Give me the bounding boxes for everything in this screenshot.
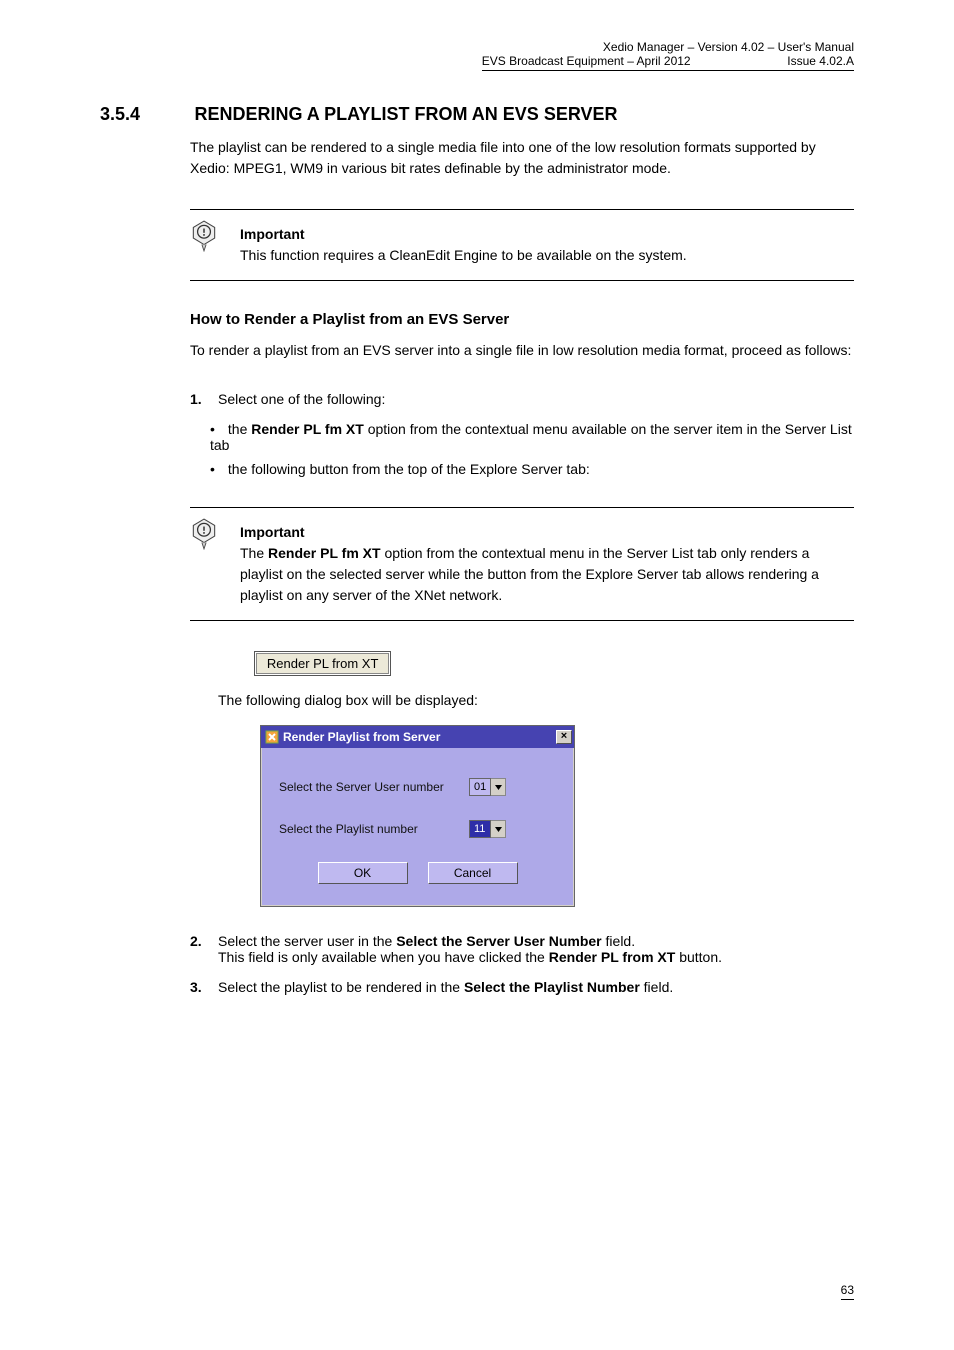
step-intro: To render a playlist from an EVS server … [190,340,854,361]
note-1-text: Important This function requires a Clean… [240,224,854,266]
row-playlist-number: Select the Playlist number 11 [279,820,556,838]
combo-server-user-value: 01 [469,778,491,796]
page-footer: 63 [100,1283,854,1300]
dialog-titlebar: Render Playlist from Server × [261,726,574,748]
intro-paragraph: The playlist can be rendered to a single… [190,137,854,179]
render-pl-button[interactable]: Render PL from XT [256,653,390,674]
section-number: 3.5.4 [100,104,190,125]
page-number: 63 [841,1283,854,1300]
row-server-user: Select the Server User number 01 [279,778,556,796]
render-pl-button-outer: Render PL from XT [254,651,392,676]
chevron-down-icon[interactable] [491,778,506,796]
header-line-1: Xedio Manager – Version 4.02 – User's Ma… [482,40,854,54]
note-2-text: Important The Render PL fm XT option fro… [240,522,854,606]
dialog-title: Render Playlist from Server [283,730,556,744]
step-1: 1. Select one of the following: [190,391,854,407]
bullet-2: • the following button from the top of t… [210,461,854,477]
dialog-intro: The following dialog box will be display… [218,690,854,711]
label-server-user: Select the Server User number [279,780,469,794]
note-2: Important The Render PL fm XT option fro… [190,507,854,621]
important-icon [190,220,218,257]
page-header: Xedio Manager – Version 4.02 – User's Ma… [482,40,854,71]
render-playlist-dialog: Render Playlist from Server × Select the… [260,725,575,907]
note-1: Important This function requires a Clean… [190,209,854,281]
section-heading: RENDERING A PLAYLIST FROM AN EVS SERVER [194,104,617,125]
bullet-1: • the Render PL fm XT option from the co… [210,421,854,453]
ok-button[interactable]: OK [318,862,408,884]
close-icon[interactable]: × [556,730,572,744]
chevron-down-icon[interactable] [491,820,506,838]
important-icon [190,518,218,555]
section-heading-row: 3.5.4 RENDERING A PLAYLIST FROM AN EVS S… [100,104,854,125]
step-2: 2. Select the server user in the Select … [190,933,854,965]
combo-server-user[interactable]: 01 [469,778,506,796]
page: Xedio Manager – Version 4.02 – User's Ma… [0,0,954,1350]
combo-playlist-number[interactable]: 11 [469,820,506,838]
cancel-button[interactable]: Cancel [428,862,518,884]
combo-playlist-number-value: 11 [469,820,491,838]
app-icon [265,730,279,744]
label-playlist-number: Select the Playlist number [279,822,469,836]
header-line-2: EVS Broadcast Equipment – April 2012 Iss… [482,54,854,71]
subheading: How to Render a Playlist from an EVS Ser… [190,311,854,328]
step-3: 3. Select the playlist to be rendered in… [190,979,854,995]
button-illustration: Render PL from XT [190,651,854,676]
